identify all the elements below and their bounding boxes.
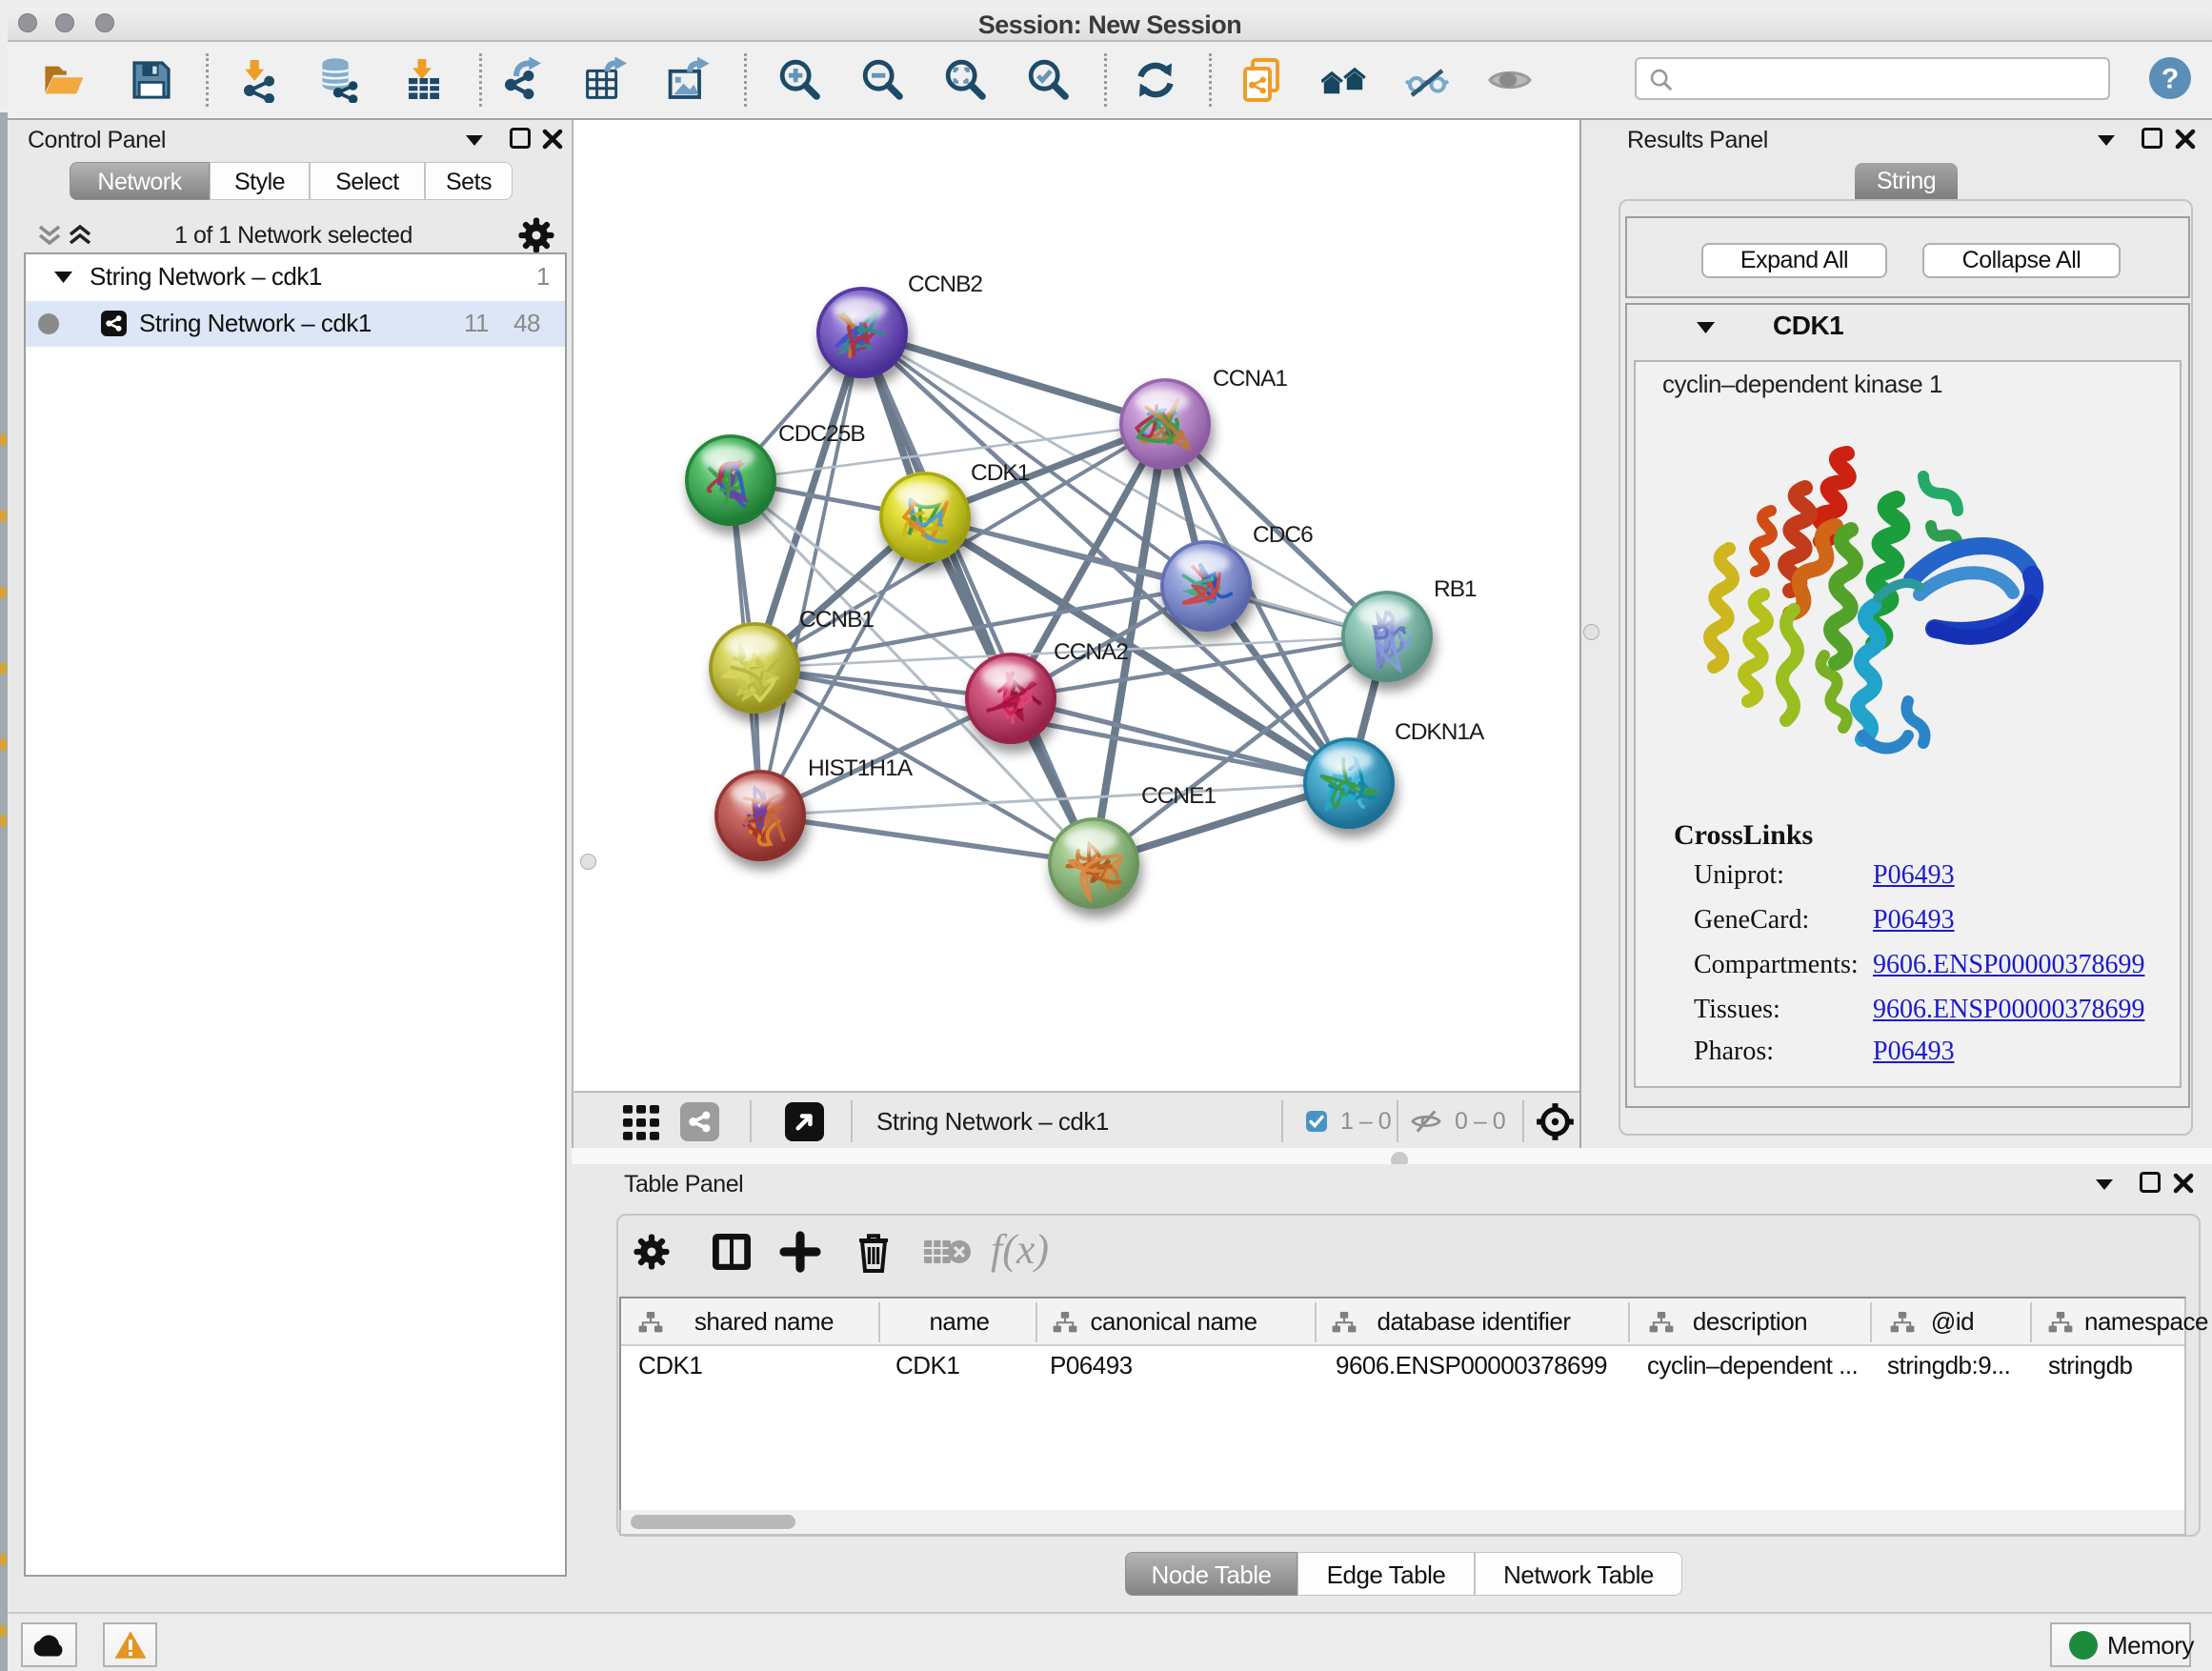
svg-text:CDK1: CDK1 bbox=[971, 460, 1030, 486]
svg-text:?: ? bbox=[2162, 63, 2179, 94]
svg-text:CDC6: CDC6 bbox=[1253, 522, 1313, 548]
svg-text:CCNE1: CCNE1 bbox=[1141, 783, 1216, 809]
svg-text:CCNB2: CCNB2 bbox=[908, 272, 982, 297]
svg-text:RB1: RB1 bbox=[1434, 576, 1477, 602]
svg-text:CDC25B: CDC25B bbox=[778, 421, 865, 447]
svg-text:HIST1H1A: HIST1H1A bbox=[808, 755, 914, 781]
svg-text:CDKN1A: CDKN1A bbox=[1395, 719, 1485, 745]
svg-text:CCNB1: CCNB1 bbox=[799, 607, 874, 633]
svg-text:CCNA2: CCNA2 bbox=[1054, 639, 1128, 665]
svg-text:CCNA1: CCNA1 bbox=[1213, 366, 1287, 392]
